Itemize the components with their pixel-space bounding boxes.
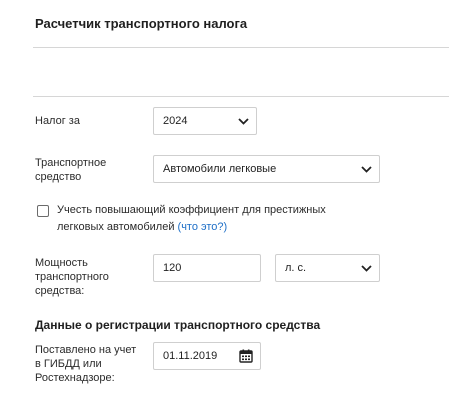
vehicle-type-value: Автомобили легковые: [163, 163, 277, 175]
registration-label-line2: в ГИБДД или: [35, 358, 102, 370]
chevron-down-icon: [357, 255, 375, 281]
what-is-this-link[interactable]: (что это?): [178, 221, 228, 233]
prestige-text-line2: легковых автомобилей: [57, 221, 175, 233]
content-divider: [33, 96, 449, 97]
registration-section-title: Данные о регистрации транспортного средс…: [35, 318, 321, 332]
chevron-down-icon: [357, 156, 375, 182]
prestige-checkbox[interactable]: [37, 205, 49, 217]
calendar-icon[interactable]: [236, 343, 256, 369]
registration-label: Поставлено на учет в ГИБДД или Ростехнад…: [35, 343, 136, 385]
registration-date-input[interactable]: 01.11.2019: [153, 342, 261, 370]
page-title: Расчетчик транспортного налога: [35, 16, 248, 31]
power-input[interactable]: 120: [153, 254, 261, 282]
chevron-down-icon: [234, 108, 252, 134]
registration-label-line3: Ростехнадзоре:: [35, 372, 115, 384]
registration-label-line1: Поставлено на учет: [35, 344, 137, 356]
power-unit-value: л. с.: [285, 262, 307, 274]
power-unit-select[interactable]: л. с.: [275, 254, 380, 282]
tax-year-label: Налог за: [35, 115, 80, 127]
vehicle-label-line2: средство: [35, 171, 82, 183]
registration-date-value: 01.11.2019: [163, 350, 218, 362]
vehicle-type-select[interactable]: Автомобили легковые: [153, 155, 380, 183]
tax-year-select[interactable]: 2024: [153, 107, 257, 135]
power-label: Мощность транспортного средства:: [35, 256, 109, 298]
power-label-line3: средства:: [35, 285, 85, 297]
prestige-text-line1: Учесть повышающий коэффициент для прести…: [57, 204, 326, 216]
power-label-line1: Мощность: [35, 257, 88, 269]
vehicle-label: Транспортное средство: [35, 156, 106, 184]
title-divider: [33, 47, 449, 48]
power-value: 120: [163, 262, 182, 274]
vehicle-label-line1: Транспортное: [35, 157, 107, 169]
prestige-label: Учесть повышающий коэффициент для прести…: [57, 202, 326, 236]
tax-year-value: 2024: [163, 115, 188, 127]
power-label-line2: транспортного: [35, 271, 109, 283]
